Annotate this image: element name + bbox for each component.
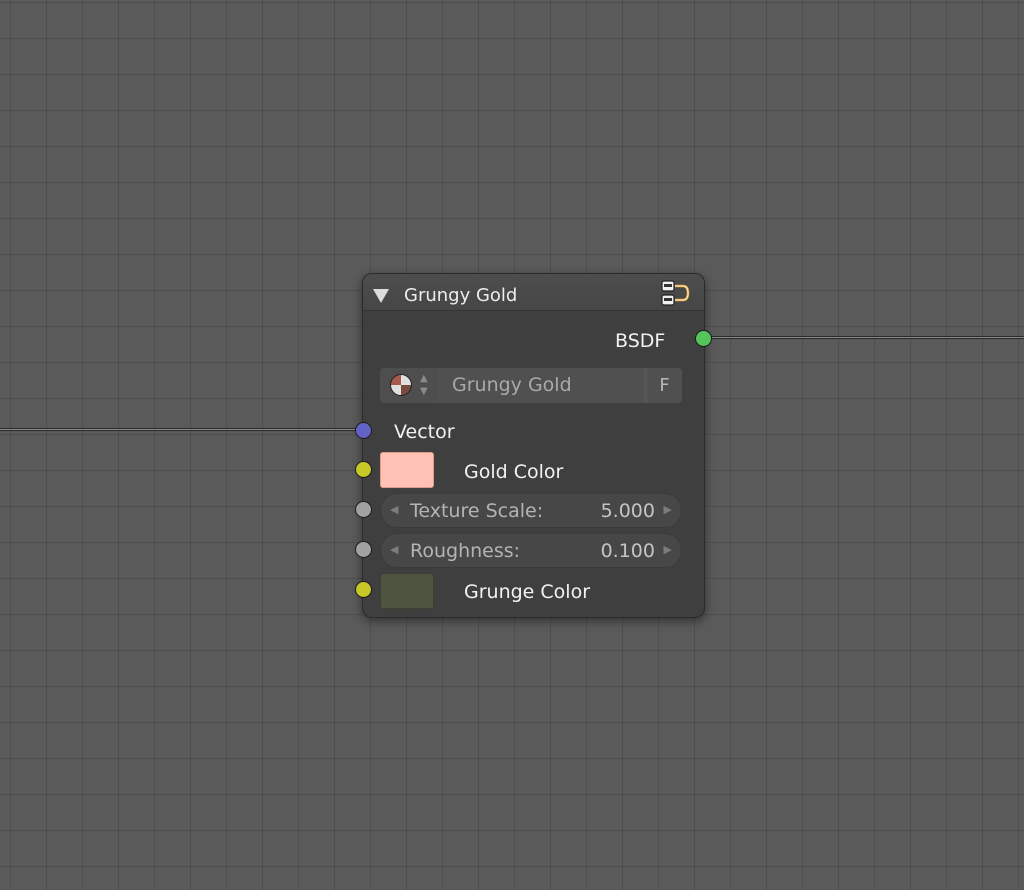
increment-arrow-icon[interactable]: ▶ <box>664 543 672 556</box>
roughness-label: Roughness: <box>410 540 521 562</box>
grunge-color-label: Grunge Color <box>464 581 591 603</box>
texture-scale-field[interactable]: ◀ Texture Scale: 5.000 ▶ <box>380 493 682 528</box>
gold-color-swatch[interactable] <box>380 452 434 488</box>
texture-scale-value: 5.000 <box>600 500 655 522</box>
output-wire[interactable] <box>704 336 1024 339</box>
roughness-field[interactable]: ◀ Roughness: 0.100 ▶ <box>380 533 682 568</box>
gold-color-input-socket[interactable] <box>355 461 372 478</box>
increment-arrow-icon[interactable]: ▶ <box>664 503 672 516</box>
decrement-arrow-icon[interactable]: ◀ <box>390 503 398 516</box>
material-name-field[interactable]: Grungy Gold <box>438 368 644 403</box>
node-header[interactable]: Grungy Gold <box>363 274 704 311</box>
roughness-value: 0.100 <box>600 540 655 562</box>
bsdf-output-label: BSDF <box>615 330 666 352</box>
grunge-color-swatch[interactable] <box>380 573 434 609</box>
vector-input-socket[interactable] <box>355 422 372 439</box>
texture-scale-label: Texture Scale: <box>410 500 544 522</box>
grungy-gold-node[interactable]: Grungy Gold BSDF ▲ ▼ Grungy Gold F Vector… <box>355 273 712 618</box>
node-group-icon[interactable] <box>661 280 691 308</box>
material-selector[interactable]: ▲ ▼ Grungy Gold F <box>380 368 682 403</box>
gold-color-label: Gold Color <box>464 461 564 483</box>
node-title: Grungy Gold <box>404 285 518 306</box>
material-ball-icon <box>390 374 412 396</box>
fake-user-button[interactable]: F <box>647 368 682 403</box>
up-down-arrows-icon: ▲ ▼ <box>420 373 428 397</box>
texture-scale-input-socket[interactable] <box>355 501 372 518</box>
collapse-triangle-icon[interactable] <box>373 289 389 303</box>
material-browse-button[interactable]: ▲ ▼ <box>380 368 438 403</box>
grunge-color-input-socket[interactable] <box>355 581 372 598</box>
roughness-input-socket[interactable] <box>355 541 372 558</box>
vector-input-label: Vector <box>394 421 455 443</box>
bsdf-output-socket[interactable] <box>695 330 712 347</box>
decrement-arrow-icon[interactable]: ◀ <box>390 543 398 556</box>
vector-input-wire[interactable] <box>0 428 362 431</box>
